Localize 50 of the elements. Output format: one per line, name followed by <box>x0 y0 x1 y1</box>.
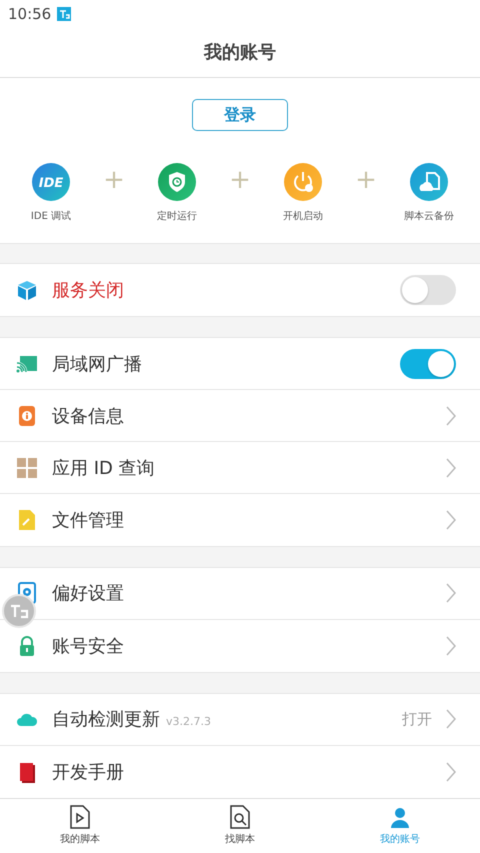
page-title: 我的账号 <box>204 41 276 64</box>
file-search-icon <box>229 805 251 830</box>
feature-label: 开机启动 <box>282 210 323 224</box>
row-label: 文件管理 <box>52 509 124 532</box>
chevron-right-icon <box>446 583 456 604</box>
settings-row[interactable]: 文件管理 <box>0 494 480 546</box>
feature-label: IDE 调试 <box>30 210 72 224</box>
chevron-right-icon <box>446 636 456 656</box>
settings-row[interactable]: 自动检测更新 v3.2.7.3 打开 <box>0 694 480 746</box>
settings-row[interactable]: 账号安全 <box>0 620 480 672</box>
chevron-right-icon <box>446 458 456 478</box>
row-label: 局域网广播 <box>52 352 142 376</box>
plus-sign: + <box>355 164 377 198</box>
toggle-switch[interactable] <box>400 348 456 379</box>
version-label: v3.2.7.3 <box>166 715 211 728</box>
file-wrench-icon <box>16 509 38 532</box>
chevron-right-icon <box>446 510 456 530</box>
app-notification-icon <box>57 6 72 21</box>
settings-row[interactable]: 应用 ID 查询 <box>0 442 480 494</box>
chevron-right-icon <box>446 709 456 730</box>
cube-icon <box>16 279 38 302</box>
row-value: 打开 <box>402 710 432 729</box>
toggle-switch[interactable] <box>400 275 456 306</box>
plus-sign: + <box>229 164 251 198</box>
settings-row[interactable]: 服务关闭 <box>0 264 480 316</box>
grid-icon <box>16 456 38 479</box>
chevron-right-icon <box>446 762 456 782</box>
plus-sign: + <box>103 164 125 198</box>
row-label: 服务关闭 <box>52 279 124 302</box>
status-time: 10:56 <box>8 4 52 23</box>
file-play-icon <box>69 805 91 830</box>
shield-clock-icon[interactable] <box>158 163 196 202</box>
row-label: 开发手册 <box>52 760 124 784</box>
floating-ball-icon[interactable] <box>2 594 36 628</box>
settings-row[interactable]: 设备信息 <box>0 390 480 442</box>
info-icon <box>16 404 38 427</box>
row-label: 应用 ID 查询 <box>52 456 155 480</box>
cloud-file-icon[interactable] <box>410 163 448 202</box>
row-label: 设备信息 <box>52 404 124 428</box>
settings-row[interactable]: 局域网广播 <box>0 338 480 390</box>
chevron-right-icon <box>446 406 456 426</box>
login-button[interactable]: 登录 <box>192 99 288 132</box>
settings-row[interactable]: 开发手册 <box>0 746 480 798</box>
feature-label: 脚本云备份 <box>404 210 454 224</box>
row-label: 账号安全 <box>52 634 124 658</box>
row-label: 偏好设置 <box>52 582 124 606</box>
power-icon[interactable] <box>284 163 322 202</box>
feature-label: 定时运行 <box>156 210 197 224</box>
row-label: 自动检测更新 <box>52 708 160 732</box>
user-icon <box>389 805 411 830</box>
